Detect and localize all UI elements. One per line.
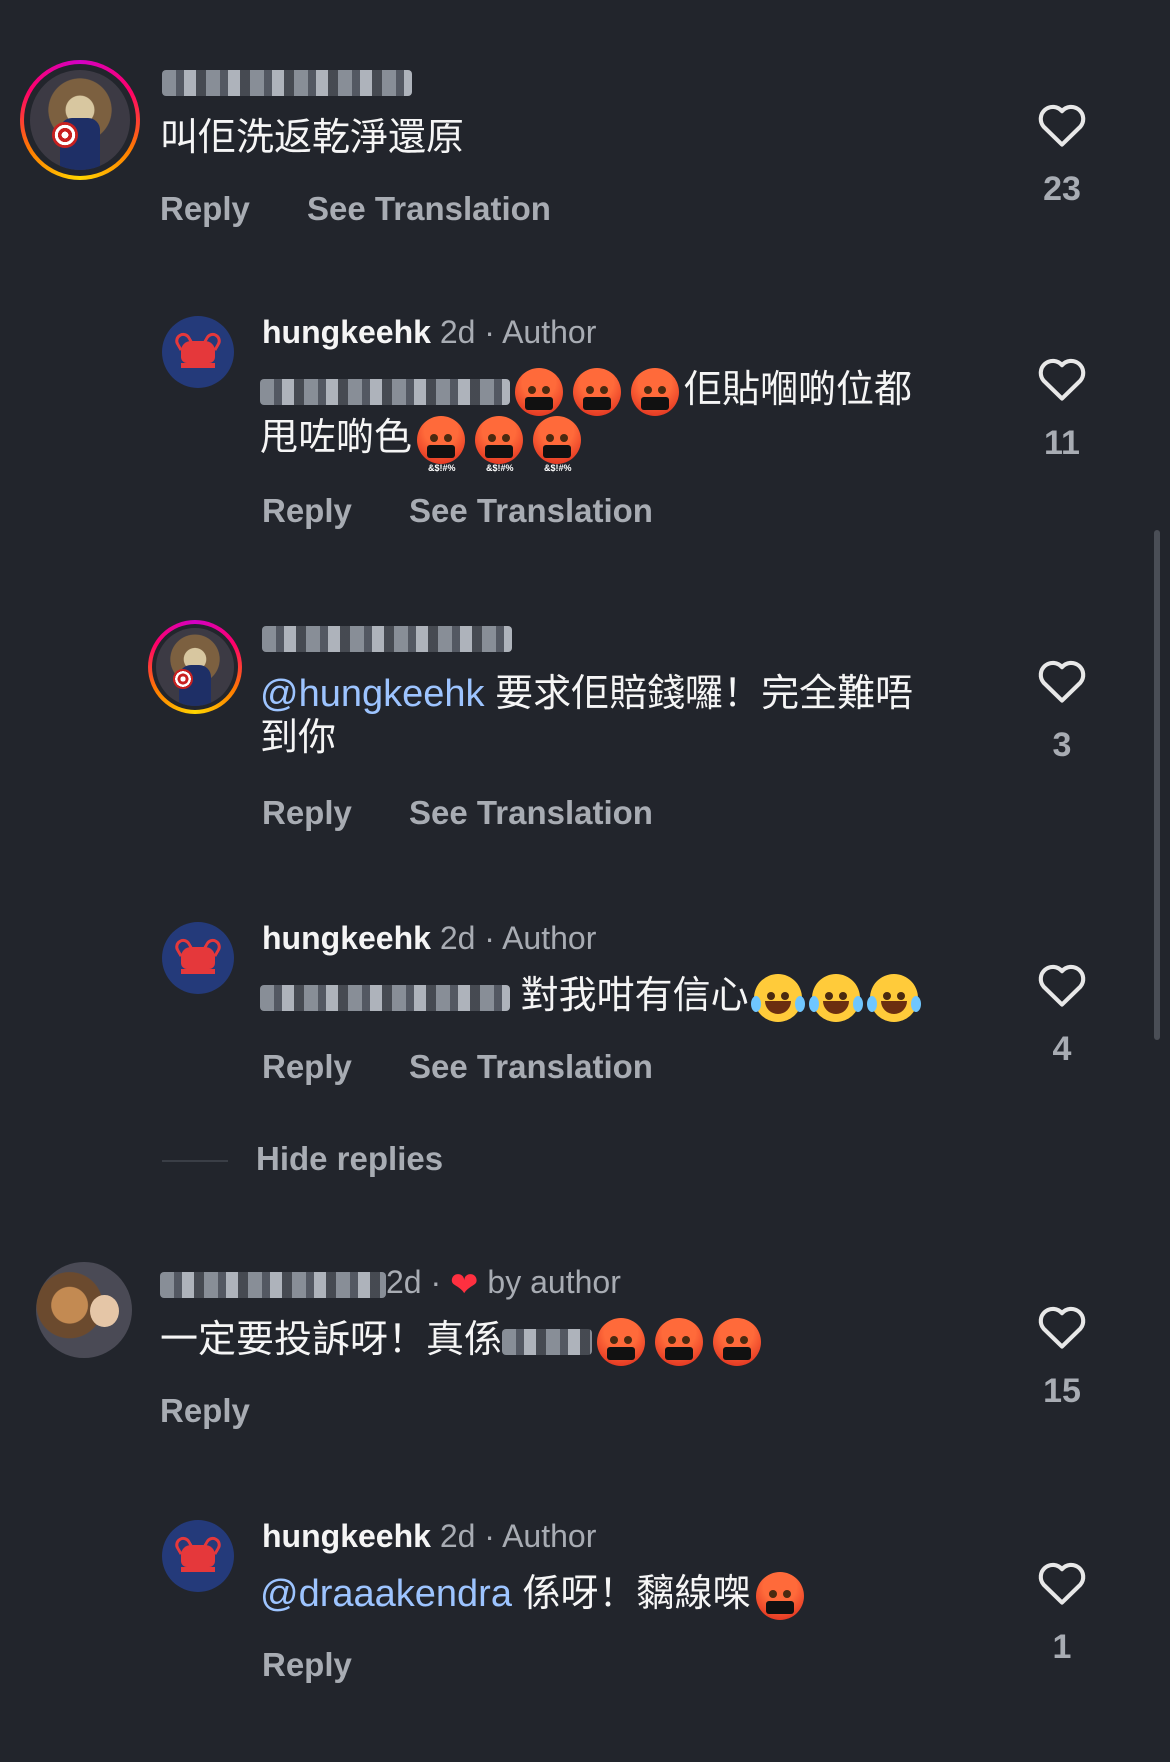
heart-outline-icon[interactable] bbox=[1036, 1558, 1088, 1606]
cursing-face-icon: &$!#% bbox=[417, 416, 466, 473]
comment-actions: Reply bbox=[160, 1392, 298, 1430]
tears-of-joy-icon bbox=[750, 974, 805, 1022]
heart-outline-icon[interactable] bbox=[1036, 354, 1088, 402]
username-redacted[interactable] bbox=[262, 618, 512, 655]
like-count: 11 bbox=[1044, 424, 1080, 462]
story-ring[interactable] bbox=[148, 620, 242, 714]
enraged-face-icon bbox=[573, 368, 621, 416]
reply-button[interactable]: Reply bbox=[262, 794, 352, 831]
heart-outline-icon[interactable] bbox=[1036, 656, 1088, 704]
reply-button[interactable]: Reply bbox=[160, 1392, 250, 1429]
hide-replies-button[interactable]: Hide replies bbox=[256, 1140, 443, 1178]
heart-outline-icon[interactable] bbox=[1036, 1302, 1088, 1350]
avatar[interactable] bbox=[156, 628, 234, 706]
username[interactable]: hungkeehk 2d · Author bbox=[262, 314, 596, 351]
reply-button[interactable]: Reply bbox=[262, 1048, 352, 1085]
enraged-face-icon bbox=[655, 1318, 704, 1366]
like-count: 23 bbox=[1043, 170, 1081, 208]
comment-text: 叫佢洗返乾淨還原 bbox=[160, 117, 465, 159]
heart-outline-icon[interactable] bbox=[1036, 960, 1088, 1008]
divider bbox=[162, 1160, 228, 1162]
enraged-face-icon bbox=[597, 1318, 646, 1366]
cursing-face-icon: &$!#% bbox=[533, 416, 582, 473]
comment-actions: Reply bbox=[262, 1646, 400, 1684]
like-count: 3 bbox=[1052, 726, 1072, 764]
see-translation-button[interactable]: See Translation bbox=[409, 794, 653, 831]
comment-actions: Reply See Translation bbox=[262, 1048, 701, 1086]
comment-meta: 2d · Author bbox=[439, 920, 597, 956]
avatar[interactable] bbox=[36, 1262, 132, 1358]
enraged-face-icon bbox=[631, 368, 679, 416]
see-translation-button[interactable]: See Translation bbox=[409, 492, 653, 529]
avatar[interactable] bbox=[162, 1520, 234, 1592]
username[interactable]: hungkeehk 2d · Author bbox=[262, 920, 596, 957]
mention-link[interactable]: @hungkeehk bbox=[260, 673, 485, 715]
cursing-face-icon: &$!#% bbox=[475, 416, 524, 473]
comment-meta: 2d · bbox=[386, 1264, 442, 1300]
reply-button[interactable]: Reply bbox=[262, 492, 352, 529]
mention-link[interactable]: @draaakendra bbox=[260, 1573, 512, 1615]
liked-by-author: by author bbox=[487, 1264, 621, 1300]
like-control[interactable]: 3 bbox=[1036, 656, 1088, 765]
see-translation-button[interactable]: See Translation bbox=[409, 1048, 653, 1085]
enraged-face-icon bbox=[713, 1318, 762, 1366]
heart-outline-icon[interactable] bbox=[1036, 100, 1088, 148]
reply-button[interactable]: Reply bbox=[262, 1646, 352, 1683]
red-heart-icon: ❤ bbox=[450, 1265, 479, 1304]
see-translation-button[interactable]: See Translation bbox=[307, 190, 551, 227]
like-control[interactable]: 1 bbox=[1036, 1558, 1088, 1667]
comment-text: @hungkeehk 要求佢賠錢囉！完全難唔 到你 bbox=[260, 673, 914, 759]
comment-text: 佢貼嗰啲位都 甩咗啲色 &$!#% &$!#% &$!#% bbox=[260, 368, 913, 473]
comment-text: 對我咁有信心 bbox=[260, 974, 923, 1022]
tears-of-joy-icon bbox=[866, 974, 921, 1022]
username-redacted[interactable]: 2d · ❤ by author bbox=[160, 1264, 621, 1305]
comment-actions: Reply See Translation bbox=[160, 190, 599, 228]
story-ring[interactable] bbox=[20, 60, 140, 180]
like-count: 4 bbox=[1052, 1030, 1072, 1068]
comment-actions: Reply See Translation bbox=[262, 794, 701, 832]
comment-meta: 2d · Author bbox=[439, 1518, 597, 1554]
avatar[interactable] bbox=[30, 70, 130, 170]
reply-button[interactable]: Reply bbox=[160, 190, 250, 227]
comment-meta: 2d · Author bbox=[439, 314, 597, 350]
like-control[interactable]: 4 bbox=[1036, 960, 1088, 1069]
comment-actions: Reply See Translation bbox=[262, 492, 701, 530]
like-control[interactable]: 15 bbox=[1036, 1302, 1088, 1411]
username-redacted[interactable] bbox=[162, 62, 412, 99]
scrollbar[interactable] bbox=[1154, 530, 1160, 1040]
comment-text: 一定要投訴呀！真係 bbox=[160, 1318, 766, 1366]
like-control[interactable]: 11 bbox=[1036, 354, 1088, 463]
enraged-face-icon bbox=[515, 368, 563, 416]
avatar[interactable] bbox=[162, 316, 234, 388]
username[interactable]: hungkeehk 2d · Author bbox=[262, 1518, 596, 1555]
enraged-face-icon bbox=[755, 1572, 804, 1620]
comment-text: @draaakendra 係呀！黐線㗎 bbox=[260, 1572, 809, 1620]
tears-of-joy-icon bbox=[808, 974, 863, 1022]
like-count: 1 bbox=[1052, 1628, 1072, 1666]
avatar[interactable] bbox=[162, 922, 234, 994]
like-count: 15 bbox=[1043, 1372, 1081, 1410]
like-control[interactable]: 23 bbox=[1036, 100, 1088, 209]
